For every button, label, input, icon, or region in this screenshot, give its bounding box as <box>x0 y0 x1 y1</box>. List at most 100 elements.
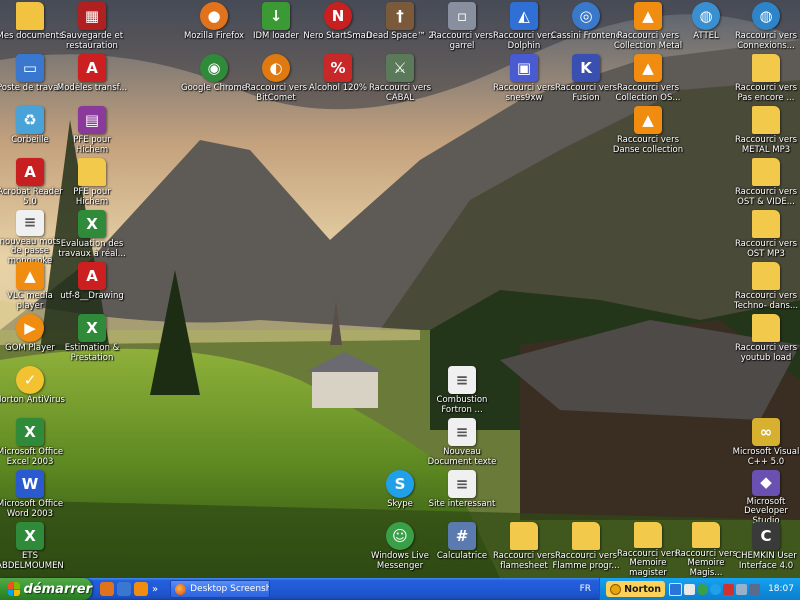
desktop-icon-label: Modèles transf... <box>56 83 128 93</box>
chrome-icon: ◉ <box>200 54 228 82</box>
rar-archive-icon: ▤ <box>78 106 106 134</box>
desktop-icon[interactable]: Raccourci vers OST & VIDE... <box>730 158 800 214</box>
backup-restore-icon: ▦ <box>78 2 106 30</box>
ie-quicklaunch-icon[interactable] <box>117 582 131 596</box>
excel-icon: X <box>78 210 106 238</box>
folder-icon <box>78 158 106 186</box>
folder-icon <box>752 54 780 82</box>
download-manager-icon: ↓ <box>262 2 290 30</box>
desktop-icon[interactable]: ◍ Raccourci vers Connexions... <box>730 2 800 58</box>
dead-space-icon: † <box>386 2 414 30</box>
desktop-icon[interactable]: ◆ Microsoft Developer Studio <box>730 470 800 526</box>
developer-studio-icon: ◆ <box>752 470 780 496</box>
desktop-icon[interactable]: X Microsoft Office Excel 2003 <box>0 418 66 474</box>
folder-icon <box>752 262 780 290</box>
desktop-icon-label: ETS ABDELMOUMEN <box>0 551 64 571</box>
desktop-icon[interactable]: W Microsoft Office Word 2003 <box>0 470 66 526</box>
firefox-icon <box>175 583 187 595</box>
windows-logo-icon <box>8 582 20 596</box>
desktop-icon-label: Norton AntiVirus <box>0 395 65 405</box>
my-computer-icon: ▭ <box>16 54 44 82</box>
pdf-icon: A <box>78 262 106 290</box>
network-tray-icon[interactable] <box>669 582 683 596</box>
desktop-icon-label: Raccourci vers OST MP3 <box>734 239 798 259</box>
firefox-quicklaunch-icon[interactable] <box>100 582 114 596</box>
desktop-icon-label: Microsoft Visual C++ 5.0 <box>732 447 800 467</box>
recycle-bin-icon: ♻ <box>16 106 44 134</box>
calculator-icon: # <box>448 522 476 550</box>
desktop-icon-label: Raccourci vers METAL MP3 <box>734 135 798 155</box>
desktop-icon-label: Nouveau Document texte <box>427 447 497 467</box>
desktop-icon-label: Raccourci vers Techno- dans... <box>733 291 799 311</box>
desktop-icon[interactable]: Autf-8__Drawing <box>56 262 128 318</box>
norton-tray-label: Norton <box>624 583 662 595</box>
quick-launch-overflow-chevron[interactable]: » <box>152 584 158 595</box>
cassini-icon: ◎ <box>572 2 600 30</box>
desktop-icon[interactable]: ✓ Norton AntiVirus <box>0 366 66 422</box>
my-documents-icon <box>16 2 44 30</box>
desktop-icon-label: PFE pour Hichem <box>73 135 111 155</box>
desktop-icon[interactable]: A Modèles transf... <box>56 54 128 110</box>
desktop-icon-label: Combustion Fortron ... <box>436 395 488 415</box>
folder-icon <box>634 522 662 548</box>
visual-cpp-icon: ∞ <box>752 418 780 446</box>
desktop-icon-label: Sauvegarde et restauration <box>60 31 124 51</box>
language-indicator[interactable]: FR <box>580 584 591 594</box>
desktop-icon[interactable]: Raccourci vers OST MP3 <box>730 210 800 266</box>
desktop-icon[interactable]: Raccourci vers METAL MP3 <box>730 106 800 162</box>
media-quicklaunch-icon[interactable] <box>134 582 148 596</box>
desktop-icon[interactable]: X ETS ABDELMOUMEN <box>0 522 66 578</box>
folder-icon <box>510 522 538 550</box>
desktop-icon[interactable]: ▤ PFE pour Hichem <box>56 106 128 162</box>
shortcut-app-icon: ▫ <box>448 2 476 30</box>
norton-tray-button[interactable]: Norton <box>606 581 666 597</box>
desktop-icon[interactable]: ▦ Sauvegarde et restauration <box>56 2 128 58</box>
desktop-icon[interactable]: Raccourci vers youtub load <box>730 314 800 370</box>
desktop-icon-label: Raccourci vers Danse collection <box>612 135 684 155</box>
desktop-icon-label: utf-8__Drawing <box>60 291 124 301</box>
desktop-icon[interactable]: Raccourci vers Techno- dans... <box>730 262 800 318</box>
desktop-icon[interactable]: Raccourci vers Pas encore ... <box>730 54 800 110</box>
quick-launch-bar <box>100 582 148 596</box>
desktop-icon[interactable]: C CHEMKIN User Interface 4.0 <box>730 522 800 578</box>
messenger-tray-icon[interactable] <box>697 583 709 595</box>
desktop-icon[interactable]: ≡ Combustion Fortron ... <box>426 366 498 422</box>
excel-icon: X <box>16 418 44 446</box>
folder-icon <box>752 314 780 342</box>
desktop-icon[interactable]: ⚔ Raccourci vers CABAL <box>364 54 436 110</box>
desktop-icon-label: PFE pour Hichem <box>73 187 111 207</box>
vlc-cone-icon: ▲ <box>634 54 662 82</box>
security-tray-icon[interactable] <box>723 583 735 595</box>
acrobat-icon: A <box>16 158 44 186</box>
desktop-icon[interactable]: PFE pour Hichem <box>56 158 128 214</box>
volume-tray-icon[interactable] <box>684 583 696 595</box>
desktop-icon-label: Estimation & Prestation <box>64 343 120 363</box>
usb-tray-icon[interactable] <box>736 583 748 595</box>
desktop-icon[interactable]: X Evaluation des travaux à réal... <box>56 210 128 266</box>
desktop-icon[interactable]: ≡ Site interessant <box>426 470 498 526</box>
desktop-icon-label: Raccourci vers OST & VIDE... <box>734 187 798 207</box>
desktop-icon[interactable]: ▲ Raccourci vers Danse collection <box>612 106 684 162</box>
desktop-icon[interactable]: X Estimation & Prestation <box>56 314 128 370</box>
display-tray-icon[interactable] <box>749 583 761 595</box>
firefox-icon: ● <box>200 2 228 30</box>
text-document-icon: ≡ <box>16 210 44 236</box>
text-document-icon: ≡ <box>448 470 476 498</box>
desktop-icon-label: CHEMKIN User Interface 4.0 <box>735 551 797 571</box>
vlc-cone-icon: ▲ <box>16 262 44 290</box>
taskbar-window-button[interactable]: Desktop Screenshots ... <box>170 580 271 598</box>
skype-tray-icon[interactable] <box>710 583 722 595</box>
excel-icon: X <box>16 522 44 550</box>
chemkin-icon: C <box>752 522 780 550</box>
folder-icon <box>572 522 600 550</box>
cabal-icon: ⚔ <box>386 54 414 82</box>
pdf-icon: A <box>78 54 106 82</box>
norton-icon: ✓ <box>16 366 44 394</box>
start-button[interactable]: démarrer <box>0 578 92 600</box>
desktop-icon[interactable]: ≡ Nouveau Document texte <box>426 418 498 474</box>
desktop-icon[interactable]: ∞ Microsoft Visual C++ 5.0 <box>730 418 800 474</box>
desktop-icon[interactable]: ▲ Raccourci vers Collection OS... <box>612 54 684 110</box>
messenger-icon: ☺ <box>386 522 414 550</box>
system-tray: Norton 18:07 <box>599 578 800 600</box>
clock[interactable]: 18:07 <box>768 584 794 594</box>
